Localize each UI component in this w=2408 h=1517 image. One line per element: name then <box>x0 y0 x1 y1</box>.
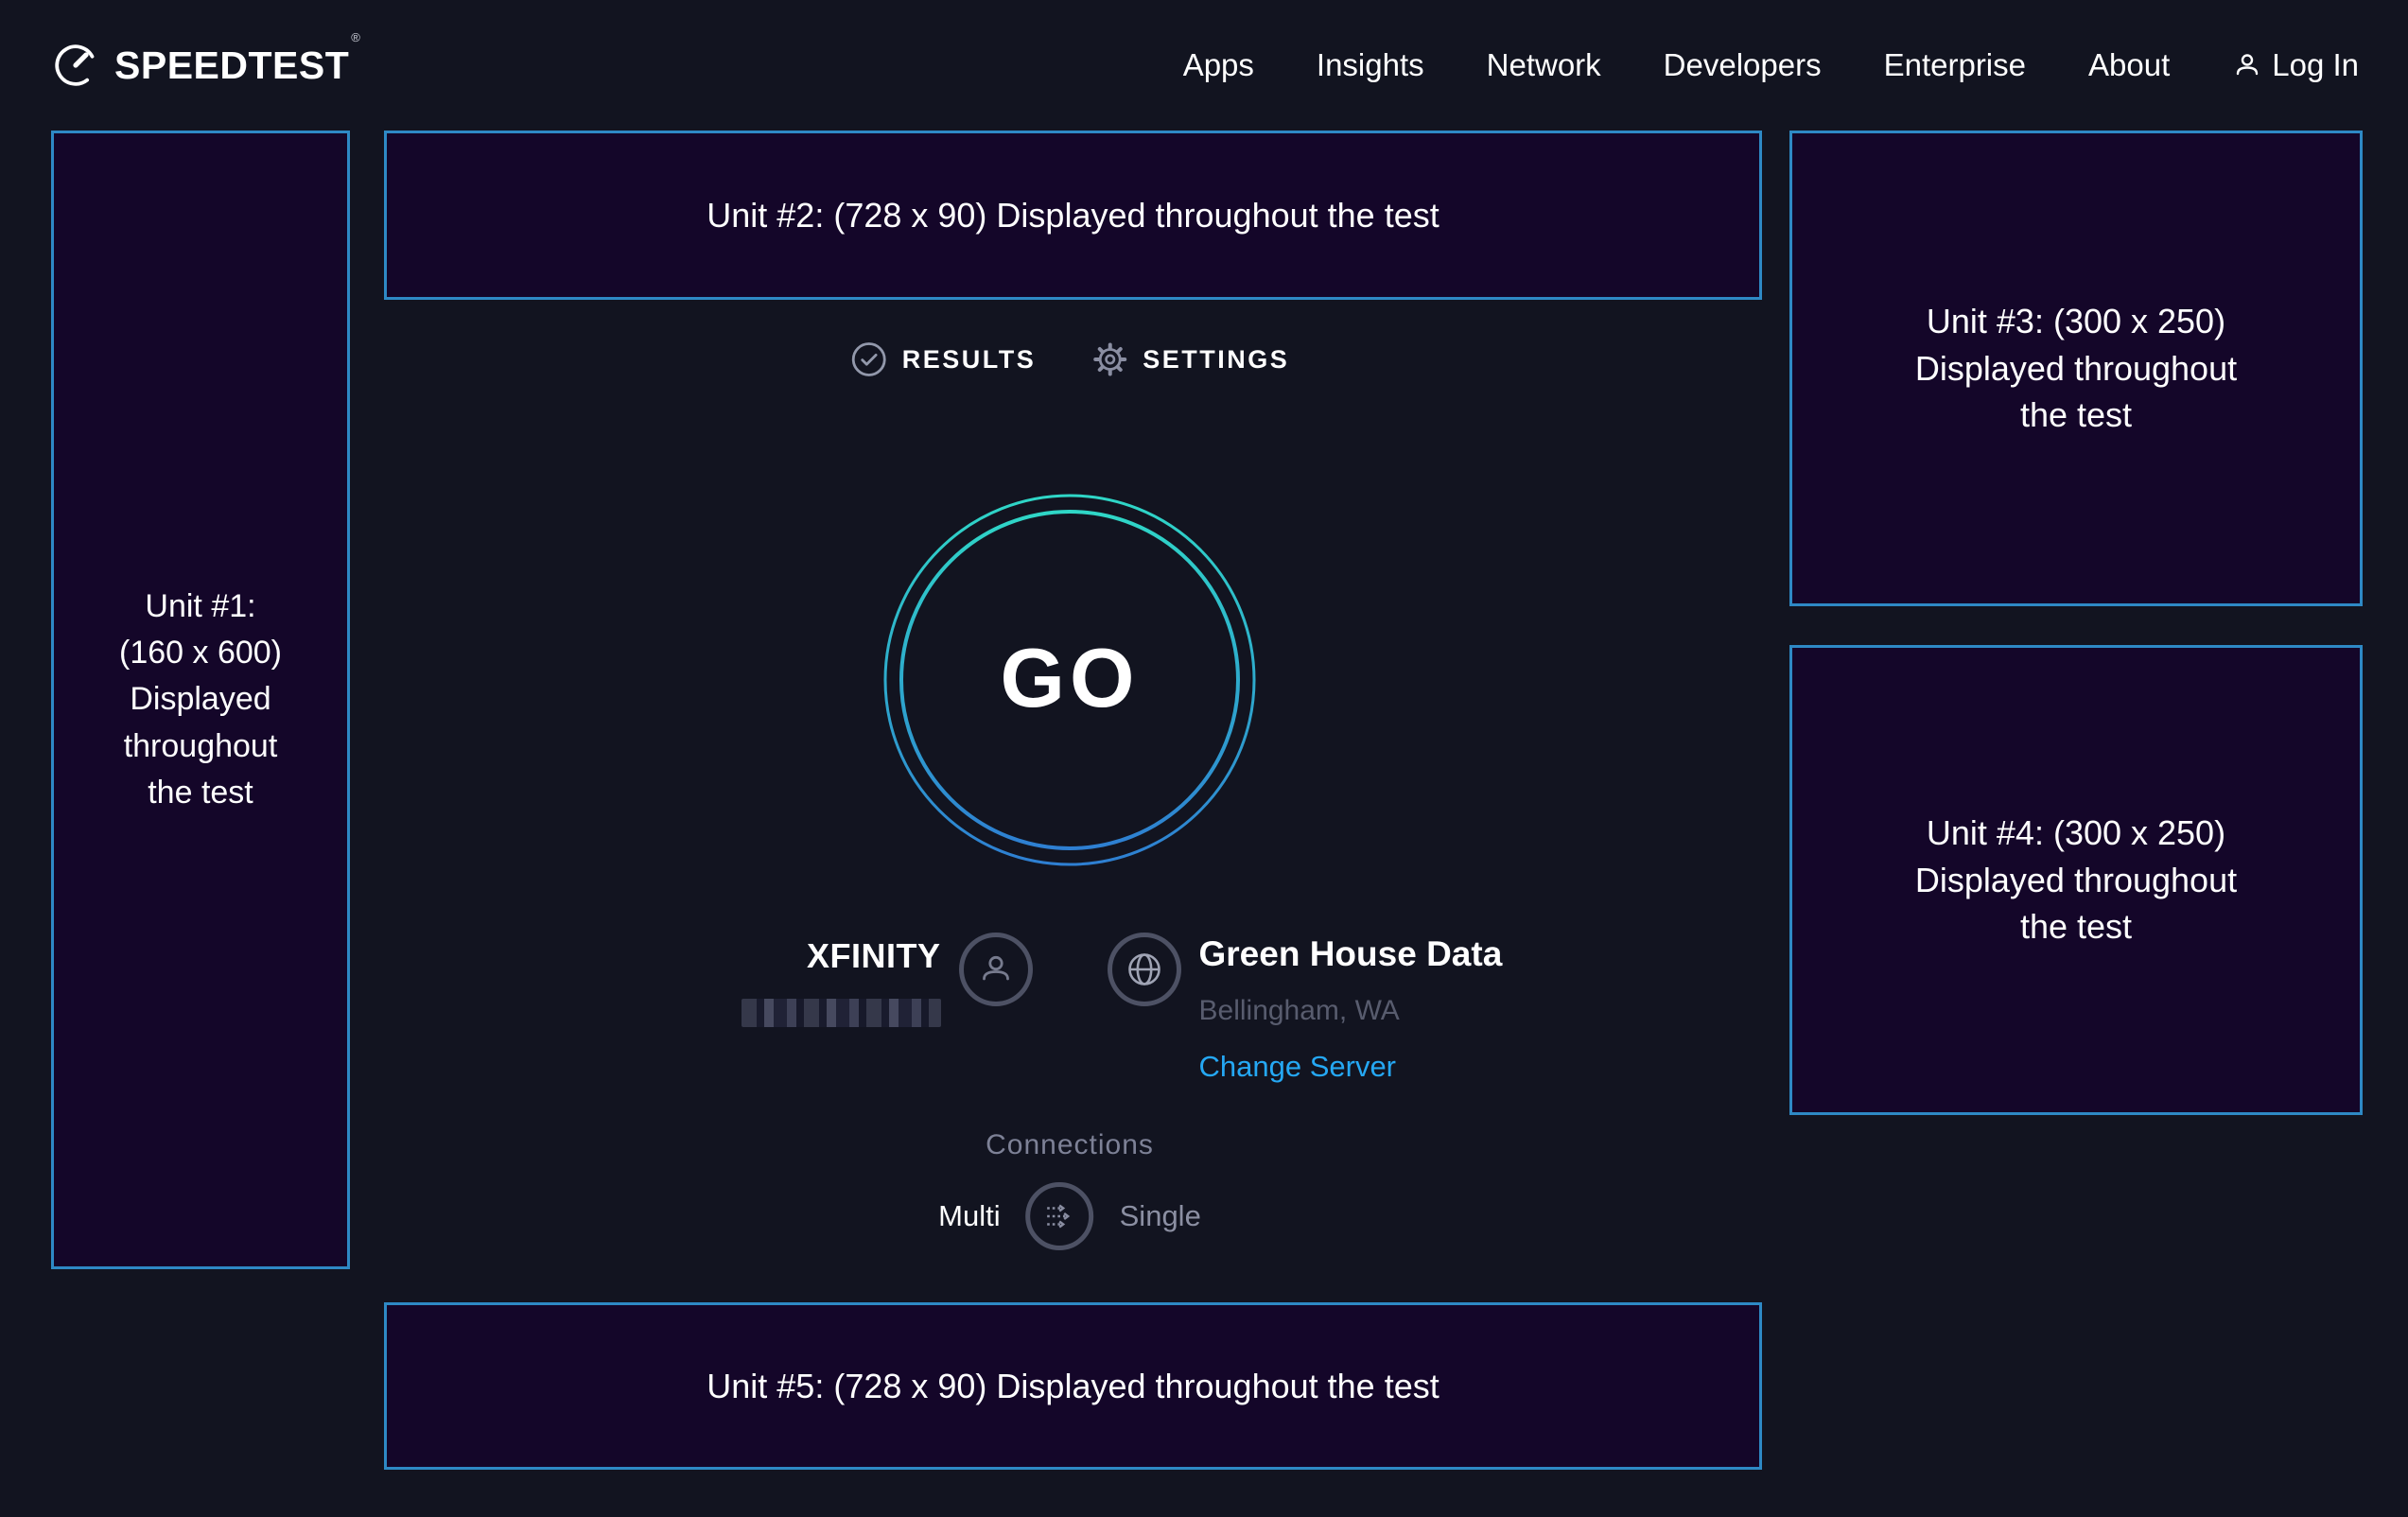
nav-item-network[interactable]: Network <box>1487 47 1601 83</box>
tab-settings[interactable]: SETTINGS <box>1091 340 1289 378</box>
nav-item-apps[interactable]: Apps <box>1183 47 1254 83</box>
trademark-symbol: ® <box>351 30 360 44</box>
tab-results[interactable]: RESULTS <box>850 340 1037 378</box>
ad-unit-3-text: Unit #3: (300 x 250) Displayed throughou… <box>1915 298 2237 439</box>
speedtest-gauge-icon <box>52 42 99 89</box>
ad-unit-1: Unit #1: (160 x 600) Displayed throughou… <box>51 131 350 1269</box>
result-settings-tabs: RESULTS <box>850 340 1290 378</box>
user-icon <box>2232 50 2262 80</box>
nav-item-developers[interactable]: Developers <box>1664 47 1822 83</box>
connections-toggle-section: Connections Multi Single <box>938 1129 1201 1250</box>
top-nav-bar: SPEEDTEST® Apps Insights Network Develop… <box>0 0 2408 131</box>
server-section: Green House Data Bellingham, WA Change S… <box>1108 933 1637 1084</box>
server-block: Green House Data Bellingham, WA Change S… <box>1199 933 1503 1084</box>
gear-icon <box>1091 340 1128 378</box>
isp-section: XFINITY <box>503 933 1033 1084</box>
ad-unit-4-text: Unit #4: (300 x 250) Displayed throughou… <box>1915 810 2237 950</box>
main-nav: Apps Insights Network Developers Enterpr… <box>1183 47 2359 83</box>
ad-unit-1-text: Unit #1: (160 x 600) Displayed throughou… <box>119 584 282 816</box>
tab-results-label: RESULTS <box>902 345 1037 375</box>
connections-label: Connections <box>986 1129 1154 1161</box>
change-server-link[interactable]: Change Server <box>1199 1050 1397 1084</box>
connections-toggle-button[interactable] <box>1026 1182 1094 1250</box>
check-circle-icon <box>850 340 888 378</box>
globe-icon <box>1123 948 1166 991</box>
connections-toggle-row: Multi Single <box>938 1182 1201 1250</box>
multi-option[interactable]: Multi <box>938 1199 1000 1233</box>
ad-unit-3: Unit #3: (300 x 250) Displayed throughou… <box>1789 131 2363 606</box>
ad-unit-4: Unit #4: (300 x 250) Displayed throughou… <box>1789 645 2363 1115</box>
logo-wordmark: SPEEDTEST® <box>114 44 358 88</box>
multi-connection-arrows-icon <box>1040 1196 1080 1236</box>
nav-item-enterprise[interactable]: Enterprise <box>1884 47 2026 83</box>
server-name: Green House Data <box>1199 934 1503 974</box>
go-button-label: GO <box>1001 630 1140 726</box>
single-option[interactable]: Single <box>1120 1199 1201 1233</box>
login-label: Log In <box>2272 47 2359 83</box>
go-button[interactable]: GO <box>883 494 1256 866</box>
isp-name: XFINITY <box>807 936 941 976</box>
connection-info-row: XFINITY Gree <box>350 933 1789 1084</box>
isp-detail-redacted <box>742 999 941 1027</box>
login-button[interactable]: Log In <box>2232 47 2359 83</box>
speedtest-main-panel: RESULTS <box>350 131 1789 1517</box>
isp-block: XFINITY <box>742 933 941 1084</box>
speedtest-logo[interactable]: SPEEDTEST® <box>52 42 358 89</box>
server-location: Bellingham, WA <box>1199 995 1400 1027</box>
nav-item-insights[interactable]: Insights <box>1317 47 1424 83</box>
nav-item-about[interactable]: About <box>2088 47 2170 83</box>
person-icon <box>976 950 1016 989</box>
isp-icon-circle <box>959 933 1033 1006</box>
server-icon-circle <box>1108 933 1181 1006</box>
tab-settings-label: SETTINGS <box>1143 345 1289 375</box>
